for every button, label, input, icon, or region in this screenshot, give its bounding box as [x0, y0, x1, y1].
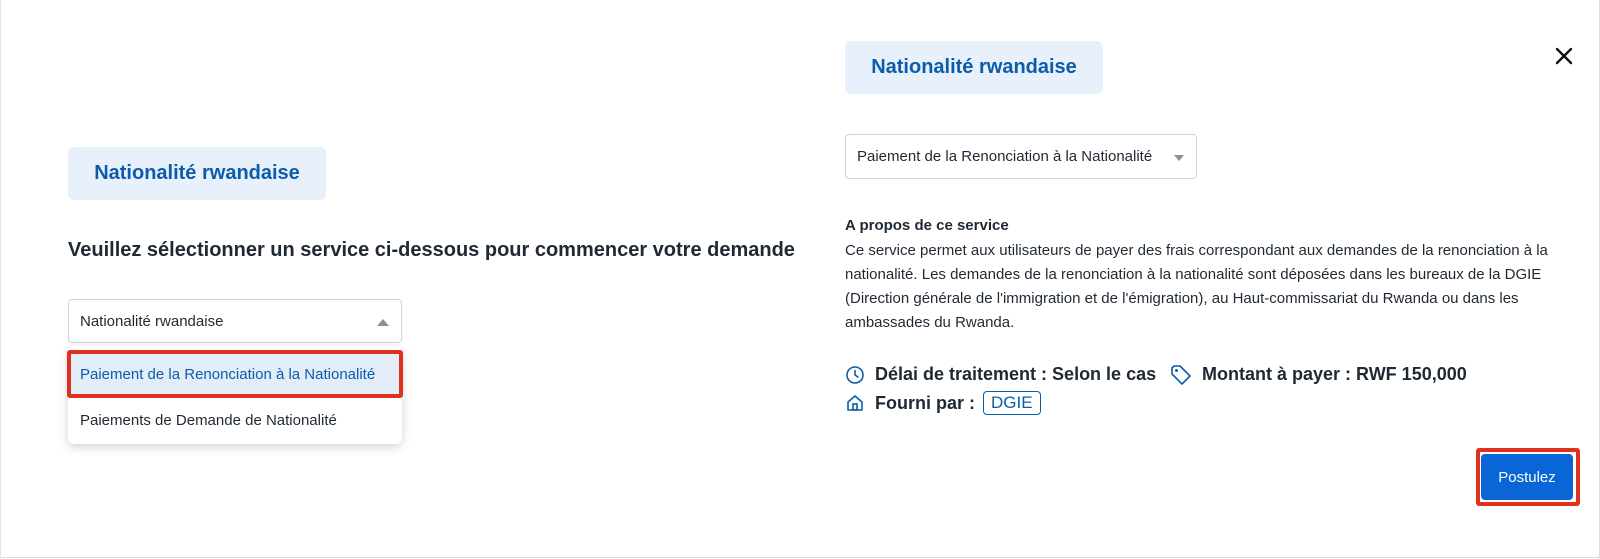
dropdown-option-renunciation[interactable]: Paiement de la Renonciation à la Nationa… — [67, 350, 403, 398]
dropdown-option-application[interactable]: Paiements de Demande de Nationalité — [68, 397, 402, 443]
home-icon — [847, 395, 863, 411]
apply-button[interactable]: Postulez — [1481, 454, 1573, 500]
category-select-value: Nationalité rwandaise — [80, 312, 224, 330]
amount-text: Montant à payer : RWF 150,000 — [1202, 364, 1467, 384]
about-service-text: Ce service permet aux utilisateurs de pa… — [845, 242, 1548, 331]
amount-to-pay: Montant à payer : RWF 150,000 — [1170, 364, 1467, 385]
provided-by-label: Fourni par : — [875, 392, 975, 413]
service-dropdown-list: Paiement de la Renonciation à la Nationa… — [67, 346, 403, 444]
service-select-value: Paiement de la Renonciation à la Nationa… — [857, 148, 1153, 165]
price-tag-icon — [1171, 364, 1191, 385]
processing-time: Délai de traitement : Selon le cas — [845, 364, 1156, 385]
service-select[interactable]: Paiement de la Renonciation à la Nationa… — [845, 134, 1197, 179]
clock-icon — [846, 365, 864, 384]
category-chip-right: Nationalité rwandaise — [845, 41, 1103, 94]
provider-badge: DGIE — [983, 391, 1041, 415]
category-select[interactable]: Nationalité rwandaise — [68, 299, 402, 343]
select-service-prompt: Veuillez sélectionner un service ci-dess… — [68, 239, 795, 261]
provided-by: Fourni par : DGIE — [845, 391, 1041, 415]
about-service-title: A propos de ce service — [845, 217, 1009, 234]
close-icon[interactable] — [1552, 44, 1576, 68]
processing-time-text: Délai de traitement : Selon le cas — [875, 364, 1157, 384]
category-chip-left: Nationalité rwandaise — [68, 147, 326, 200]
caret-up-icon — [377, 319, 389, 326]
caret-down-icon — [1174, 155, 1184, 161]
